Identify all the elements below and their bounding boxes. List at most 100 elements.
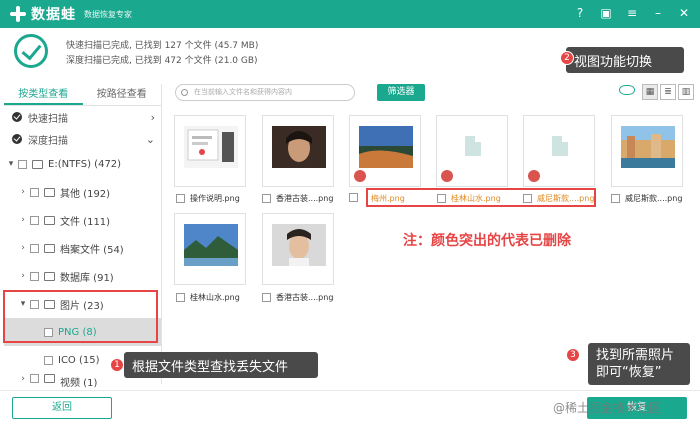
tree-item-archive[interactable]: › 档案文件 (54) (4, 234, 161, 262)
file-name: 操作说明.png (190, 194, 240, 203)
save-icon[interactable]: ▣ (598, 5, 614, 21)
portrait-thumbnail (272, 126, 326, 168)
tree-item-label: 数据库 (91) (60, 272, 114, 284)
search-placeholder: 在当前输入文件名和获得内容内 (194, 88, 292, 96)
quick-scan-label: 快速扫描 (28, 113, 68, 125)
image-category-highlight (3, 290, 158, 343)
chevron-right-icon: › (21, 271, 25, 281)
file-label[interactable]: 香港古装....png (262, 292, 333, 303)
search-icon (181, 89, 188, 96)
folder-icon (44, 187, 55, 197)
callout-badge-3: 3 (566, 348, 580, 362)
checkbox[interactable] (176, 194, 185, 203)
title-bar: 数据蛙 数据恢复专家 ? ▣ ≡ – ✕ (0, 0, 700, 28)
checkbox[interactable] (349, 193, 358, 202)
deleted-trash-icon (354, 170, 366, 182)
file-name: 香港古装....png (276, 293, 334, 302)
tree-item-document[interactable]: › 文件 (111) (4, 206, 161, 234)
close-icon[interactable]: ✕ (676, 5, 692, 21)
grid-view-icon[interactable]: ▦ (642, 84, 658, 100)
deleted-note: 注：颜色突出的代表已删除 (403, 233, 571, 249)
recover-callout-line2: 即可“恢复” (596, 365, 662, 380)
filter-button[interactable]: 筛选器 (377, 84, 425, 101)
tree-item-label: 其他 (192) (60, 188, 111, 200)
chevron-down-icon: ⌄ (145, 132, 155, 146)
deep-scan-label: 深度扫描 (28, 135, 68, 147)
deleted-trash-icon (528, 170, 540, 182)
file-tile[interactable] (262, 115, 334, 187)
checkbox[interactable] (611, 194, 620, 203)
tree-item-database[interactable]: › 数据库 (91) (4, 262, 161, 290)
video-icon (44, 374, 55, 383)
app-title: 数据蛙 (31, 7, 76, 23)
menu-icon[interactable]: ≡ (624, 5, 640, 21)
tree-item-label: 文件 (111) (60, 216, 111, 228)
minimize-icon[interactable]: – (650, 5, 666, 21)
file-placeholder-icon (552, 136, 568, 156)
file-label[interactable]: 操作说明.png (176, 193, 240, 204)
checkbox[interactable] (30, 271, 39, 281)
chevron-right-icon: › (21, 215, 25, 225)
file-placeholder-icon (465, 136, 481, 156)
tree-item-label: ICO (15) (58, 354, 100, 366)
back-button[interactable]: 返回 (12, 397, 112, 419)
archive-icon (44, 243, 55, 253)
eye-icon[interactable] (619, 85, 635, 95)
file-label[interactable]: 桂林山水.png (176, 292, 240, 303)
checkbox[interactable] (30, 374, 39, 383)
deep-scan-status: 深度扫描已完成, 已找到 472 个文件 (21.0 GB) (66, 56, 258, 66)
file-tile[interactable] (174, 213, 246, 285)
checked-dot-icon (12, 112, 22, 122)
file-tile[interactable] (174, 115, 246, 187)
callout-badge-1: 1 (110, 358, 124, 372)
quick-scan-status: 快速扫描已完成, 已找到 127 个文件 (45.7 MB) (66, 41, 259, 51)
file-tile[interactable] (262, 213, 334, 285)
checkbox[interactable] (30, 215, 39, 225)
tab-by-type[interactable]: 按类型查看 (4, 84, 83, 105)
portrait-thumbnail (272, 224, 326, 266)
chevron-right-icon: › (21, 374, 25, 384)
checkbox[interactable] (44, 355, 53, 365)
tree-root-drive[interactable]: ▾ E:(NTFS) (472) (4, 150, 161, 178)
checked-dot-icon (12, 134, 22, 144)
deleted-trash-icon (441, 170, 453, 182)
deleted-files-highlight (366, 188, 596, 207)
file-label[interactable] (349, 193, 363, 202)
file-tile[interactable] (611, 115, 683, 187)
check-circle-icon (14, 34, 48, 68)
checkbox[interactable] (18, 159, 27, 169)
checkbox[interactable] (262, 194, 271, 203)
chevron-right-icon: › (21, 187, 25, 197)
deep-scan-item[interactable]: 深度扫描 ⌄ (4, 128, 161, 150)
checkbox[interactable] (30, 187, 39, 197)
plus-logo-icon (10, 6, 26, 22)
landscape-thumbnail (359, 126, 413, 168)
search-input[interactable]: 在当前输入文件名和获得内容内 (175, 84, 355, 101)
tree-item-label: 档案文件 (54) (60, 244, 124, 256)
detail-view-icon[interactable]: ▥ (678, 84, 694, 100)
file-tile[interactable] (436, 115, 508, 187)
list-view-icon[interactable]: ≣ (660, 84, 676, 100)
checkbox[interactable] (176, 293, 185, 302)
chevron-right-icon: › (150, 110, 155, 124)
drive-icon (32, 159, 43, 169)
checkbox[interactable] (30, 243, 39, 253)
tab-by-path[interactable]: 按路径查看 (83, 84, 162, 105)
view-switch-callout: 视图功能切换 (566, 47, 684, 73)
tree-item-other[interactable]: › 其他 (192) (4, 178, 161, 206)
help-icon[interactable]: ? (572, 5, 588, 21)
chevron-right-icon: › (21, 243, 25, 253)
quick-scan-item[interactable]: 快速扫描 › (4, 106, 161, 128)
watermark: @稀土掘金技术社区 (553, 401, 662, 415)
file-label[interactable]: 香港古装....png (262, 193, 333, 204)
file-name: 威尼斯款....png (625, 194, 683, 203)
file-tile[interactable] (523, 115, 595, 187)
checkbox[interactable] (262, 293, 271, 302)
tree-item-label: 视频 (1) (60, 378, 98, 388)
venice-thumbnail (621, 126, 675, 168)
landscape-thumbnail (184, 224, 238, 266)
file-name: 桂林山水.png (190, 293, 240, 302)
file-name: 香港古装....png (276, 194, 334, 203)
file-label[interactable]: 威尼斯款....png (611, 193, 682, 204)
file-tile[interactable] (349, 115, 421, 187)
